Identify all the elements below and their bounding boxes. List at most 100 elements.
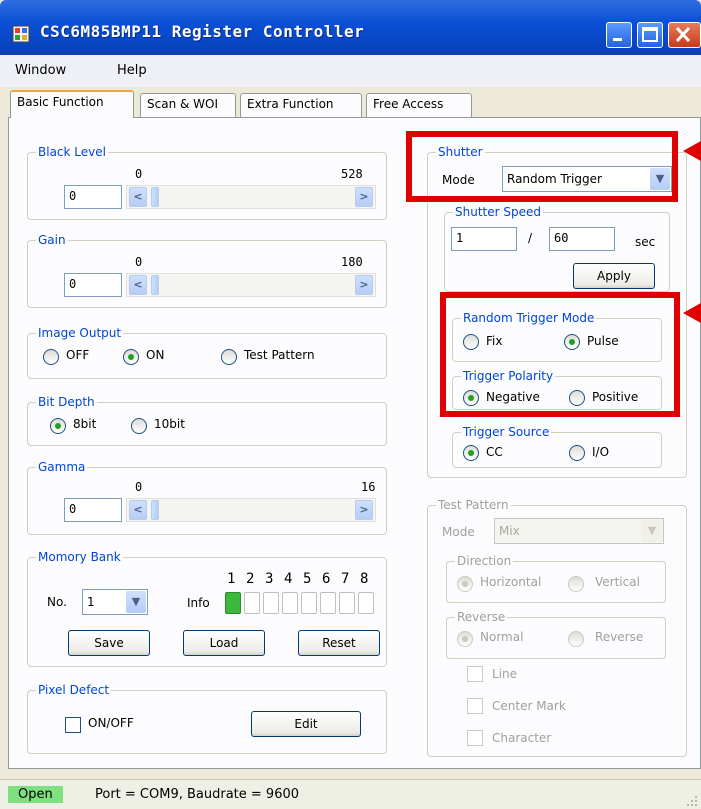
shutter-speed-group: Shutter Speed 1 / 60 sec Apply <box>444 205 670 292</box>
center-mark-label: Center Mark <box>492 699 566 713</box>
gain-group: Gain 0 180 0 < > <box>27 233 387 308</box>
chevron-down-icon[interactable]: ▼ <box>642 520 662 542</box>
red-arrow-icon <box>683 303 701 323</box>
edit-button[interactable]: Edit <box>251 711 361 737</box>
shutter-speed-denominator[interactable]: 60 <box>549 227 615 251</box>
direction-vertical-radio[interactable] <box>568 576 584 592</box>
image-output-on-label: ON <box>146 348 165 362</box>
scroll-right-icon[interactable]: > <box>355 500 373 520</box>
resize-grip-icon[interactable] <box>683 792 699 808</box>
line-label: Line <box>492 667 518 681</box>
image-output-off-label: OFF <box>66 348 90 362</box>
gamma-label: Gamma <box>36 460 88 474</box>
tab-scan-woi[interactable]: Scan & WOI <box>140 93 236 117</box>
scroll-left-icon[interactable]: < <box>129 500 147 520</box>
memory-bank-info-label: Info <box>187 596 210 610</box>
status-bar: Open Port = COM9, Baudrate = 9600 <box>0 779 701 809</box>
gamma-slider[interactable]: < > <box>126 498 376 522</box>
bank-slot-cell[interactable] <box>339 592 355 614</box>
pixel-defect-checkbox[interactable] <box>65 717 81 733</box>
image-output-on-radio[interactable] <box>123 349 139 365</box>
bank-slot-number: 6 <box>322 571 331 587</box>
bank-slot-cell[interactable] <box>225 592 241 614</box>
black-level-max: 528 <box>341 167 363 181</box>
bank-slot-cell[interactable] <box>282 592 298 614</box>
trigger-source-io-radio[interactable] <box>569 445 585 461</box>
connection-status: Open <box>8 786 63 803</box>
gain-thumb[interactable] <box>151 275 159 295</box>
scroll-right-icon[interactable]: > <box>355 187 373 207</box>
menu-help[interactable]: Help <box>117 63 147 78</box>
trigger-source-cc-radio[interactable] <box>463 445 479 461</box>
direction-group: Direction Horizontal Vertical <box>446 554 666 603</box>
trigger-source-io-label: I/O <box>592 445 610 459</box>
test-pattern-mode-select[interactable]: Mix ▼ <box>494 518 664 544</box>
save-button[interactable]: Save <box>68 630 150 656</box>
gain-slider[interactable]: < > <box>126 273 376 297</box>
trigger-source-group: Trigger Source CC I/O <box>452 425 662 468</box>
black-level-thumb[interactable] <box>151 187 159 207</box>
bank-slot-cell[interactable] <box>320 592 336 614</box>
character-label: Character <box>492 731 552 745</box>
bank-slot-cell[interactable] <box>358 592 374 614</box>
black-level-min: 0 <box>135 167 143 181</box>
load-button[interactable]: Load <box>183 630 265 656</box>
app-icon <box>12 25 30 43</box>
shutter-speed-label: Shutter Speed <box>453 205 543 219</box>
line-checkbox[interactable] <box>467 666 483 682</box>
black-level-slider[interactable]: < > <box>126 185 376 209</box>
bank-slot-cell[interactable] <box>301 592 317 614</box>
minimize-button[interactable] <box>606 22 632 48</box>
bank-slot-number: 2 <box>246 571 255 587</box>
bank-slot-number: 1 <box>227 571 236 587</box>
gain-max: 180 <box>341 255 363 269</box>
character-checkbox[interactable] <box>467 730 483 746</box>
scroll-left-icon[interactable]: < <box>129 275 147 295</box>
memory-bank-no-value: 1 <box>87 595 95 609</box>
gain-input[interactable]: 0 <box>64 273 122 297</box>
highlight-box-shutter <box>406 131 678 202</box>
reverse-reverse-label: Reverse <box>595 630 644 644</box>
shutter-speed-unit: sec <box>635 235 656 249</box>
center-mark-checkbox[interactable] <box>467 698 483 714</box>
tab-free-access[interactable]: Free Access <box>366 93 472 117</box>
bank-slot-cell[interactable] <box>263 592 279 614</box>
reverse-normal-label: Normal <box>480 630 524 644</box>
image-output-test-pattern-radio[interactable] <box>221 349 237 365</box>
gain-min: 0 <box>135 255 143 269</box>
maximize-button[interactable] <box>637 22 663 48</box>
scroll-right-icon[interactable]: > <box>355 275 373 295</box>
tab-extra-function[interactable]: Extra Function <box>240 93 362 117</box>
bit-depth-10bit-radio[interactable] <box>131 418 147 434</box>
direction-vertical-label: Vertical <box>595 575 640 589</box>
memory-bank-group: Momory Bank No. 1 ▼ Info 12345678 Save L… <box>27 550 387 667</box>
chevron-down-icon[interactable]: ▼ <box>126 591 146 613</box>
gamma-input[interactable]: 0 <box>64 498 122 522</box>
gamma-max: 16 <box>361 480 376 494</box>
bank-slot-number: 4 <box>284 571 293 587</box>
pixel-defect-group: Pixel Defect ON/OFF Edit <box>27 683 387 754</box>
bank-slot-cell[interactable] <box>244 592 260 614</box>
bank-slot-number: 7 <box>341 571 350 587</box>
close-button[interactable] <box>668 22 701 48</box>
gain-label: Gain <box>36 233 68 247</box>
direction-horizontal-radio[interactable] <box>457 576 473 592</box>
red-arrow-icon <box>683 141 701 161</box>
apply-button[interactable]: Apply <box>573 263 655 289</box>
window-title: CSC6M85BMP11 Register Controller <box>40 22 365 41</box>
gamma-min: 0 <box>135 480 143 494</box>
black-level-input[interactable]: 0 <box>64 185 122 209</box>
image-output-off-radio[interactable] <box>43 349 59 365</box>
tab-basic-function[interactable]: Basic Function <box>10 90 134 118</box>
black-level-group: Black Level 0 528 0 < > <box>27 145 387 220</box>
memory-bank-no-select[interactable]: 1 ▼ <box>82 589 148 615</box>
gamma-thumb[interactable] <box>151 500 159 520</box>
menu-window[interactable]: Window <box>15 63 66 78</box>
bit-depth-8bit-radio[interactable] <box>50 418 66 434</box>
bit-depth-8bit-label: 8bit <box>73 417 97 431</box>
reset-button[interactable]: Reset <box>298 630 380 656</box>
reverse-normal-radio[interactable] <box>457 631 473 647</box>
scroll-left-icon[interactable]: < <box>129 187 147 207</box>
shutter-speed-numerator[interactable]: 1 <box>451 227 517 251</box>
reverse-reverse-radio[interactable] <box>568 631 584 647</box>
